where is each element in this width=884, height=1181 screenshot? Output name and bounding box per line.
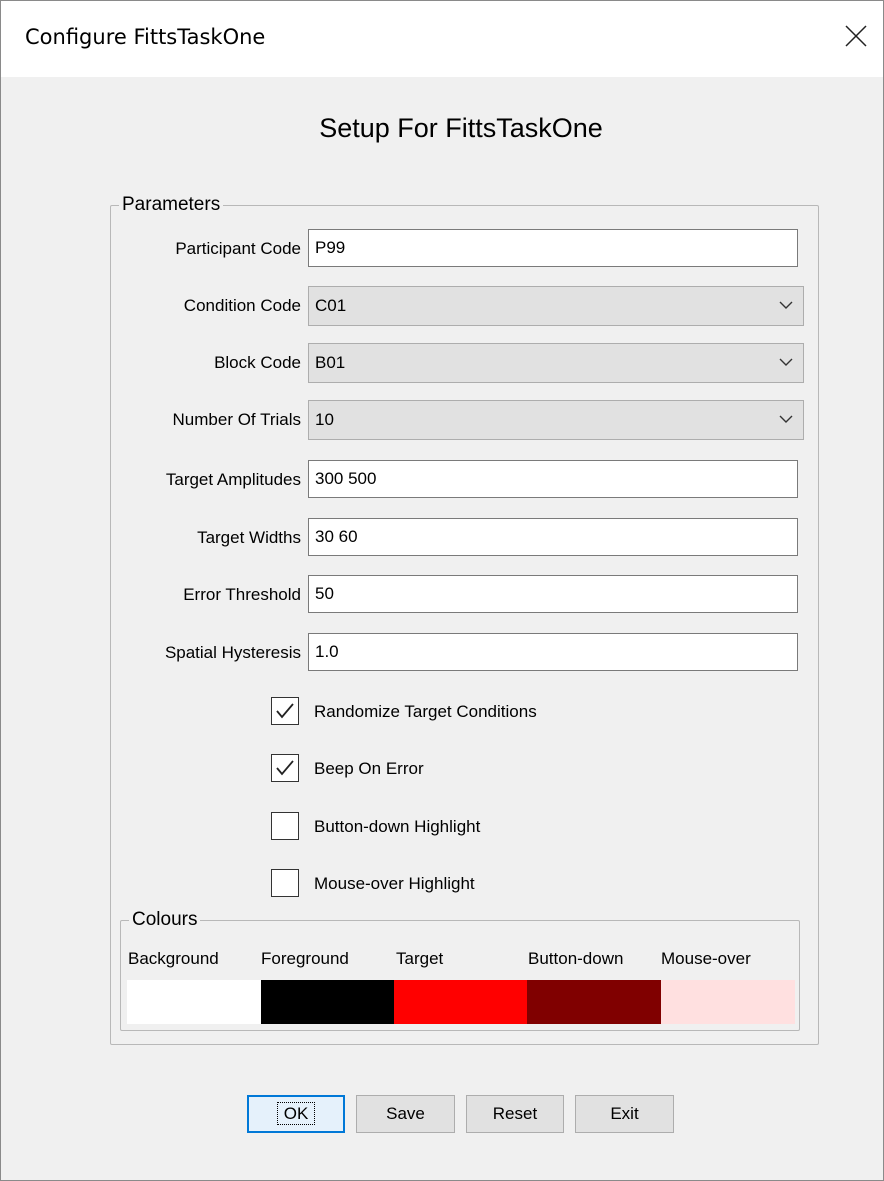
- target-amplitudes-label: Target Amplitudes: [165, 470, 301, 489]
- checkbox-label: Beep On Error: [314, 759, 424, 778]
- block-code-value: B01: [315, 353, 346, 372]
- setup-heading: Setup For FittsTaskOne: [319, 113, 603, 143]
- save-button[interactable]: Save: [356, 1095, 455, 1133]
- block-code-label: Block Code: [214, 353, 301, 372]
- button-down-colour-swatch[interactable]: [527, 980, 661, 1024]
- checkbox-box[interactable]: [271, 869, 299, 897]
- foreground-colour-swatch[interactable]: [261, 980, 395, 1024]
- target-colour-swatch[interactable]: [394, 980, 528, 1024]
- condition-code-dropdown[interactable]: C01: [308, 286, 804, 326]
- swatch-label-button-down: Button-down: [528, 949, 624, 968]
- target-widths-input[interactable]: [308, 518, 798, 556]
- target-widths-label: Target Widths: [197, 528, 301, 547]
- spatial-hysteresis-label: Spatial Hysteresis: [164, 643, 301, 662]
- exit-button[interactable]: Exit: [575, 1095, 674, 1133]
- number-of-trials-dropdown[interactable]: 10: [308, 400, 804, 440]
- checkbox-label: Randomize Target Conditions: [314, 702, 537, 721]
- parameters-legend: Parameters: [122, 194, 221, 215]
- title-bar: Configure FittsTaskOne: [1, 1, 883, 77]
- chevron-down-icon: [779, 415, 793, 423]
- checkbox-box[interactable]: [271, 812, 299, 840]
- checkbox-label: Button-down Highlight: [314, 817, 481, 836]
- ok-button-label: OK: [276, 1102, 316, 1125]
- target-amplitudes-input[interactable]: [308, 460, 798, 498]
- swatch-label-mouse-over: Mouse-over: [661, 949, 751, 968]
- mouse-over-colour-swatch[interactable]: [661, 980, 795, 1024]
- colours-legend: Colours: [132, 909, 198, 930]
- chevron-down-icon: [779, 301, 793, 309]
- ok-button[interactable]: OK: [247, 1095, 345, 1133]
- participant-code-label: Participant Code: [175, 239, 301, 258]
- condition-code-value: C01: [315, 296, 347, 315]
- close-button[interactable]: [827, 1, 883, 71]
- number-of-trials-value: 10: [315, 410, 334, 429]
- checkbox-label: Mouse-over Highlight: [314, 874, 475, 893]
- reset-button[interactable]: Reset: [466, 1095, 564, 1133]
- background-colour-swatch[interactable]: [127, 980, 261, 1024]
- swatch-label-target: Target: [396, 949, 444, 968]
- participant-code-input[interactable]: [308, 229, 798, 267]
- number-of-trials-label: Number Of Trials: [172, 410, 301, 429]
- window-title: Configure FittsTaskOne: [25, 25, 266, 49]
- error-threshold-label: Error Threshold: [183, 585, 301, 604]
- checkmark-icon: [276, 760, 294, 776]
- condition-code-label: Condition Code: [183, 296, 301, 315]
- close-icon: [845, 25, 867, 47]
- swatch-label-background: Background: [128, 949, 219, 968]
- checkbox-box[interactable]: [271, 697, 299, 725]
- error-threshold-input[interactable]: [308, 575, 798, 613]
- chevron-down-icon: [779, 358, 793, 366]
- config-dialog: Configure FittsTaskOne Setup For FittsTa…: [0, 0, 884, 1181]
- swatch-label-foreground: Foreground: [261, 949, 349, 968]
- spatial-hysteresis-input[interactable]: [308, 633, 798, 671]
- checkmark-icon: [276, 703, 294, 719]
- checkbox-box[interactable]: [271, 754, 299, 782]
- block-code-dropdown[interactable]: B01: [308, 343, 804, 383]
